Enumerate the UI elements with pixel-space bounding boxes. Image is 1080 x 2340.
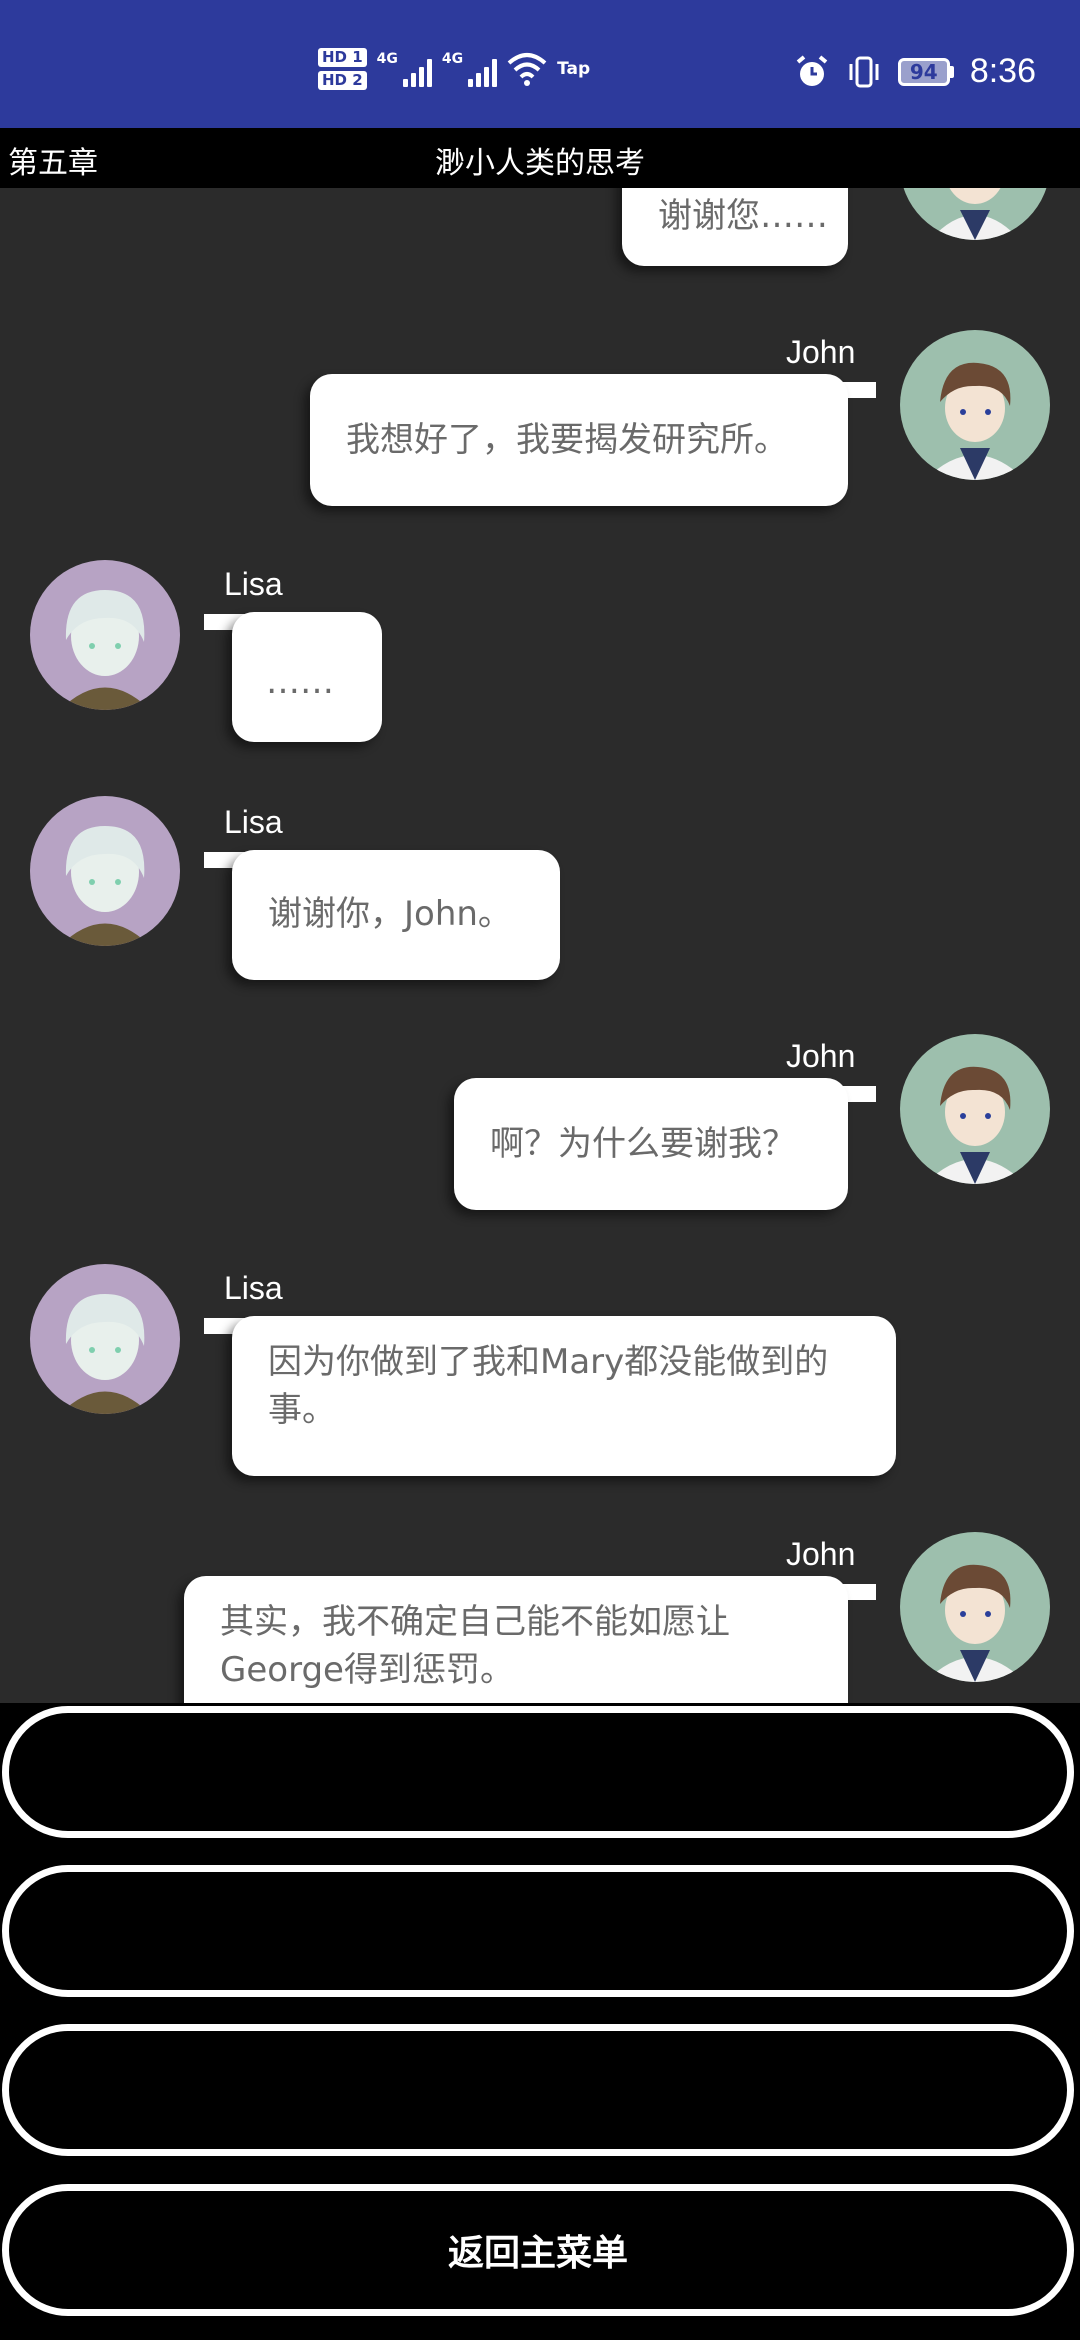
message-text: 因为你做到了我和Mary都没能做到的事。: [268, 1342, 829, 1430]
status-left: HD 1 HD 2 4G 4G Tap: [318, 48, 590, 90]
choice-button-1[interactable]: [2, 1706, 1074, 1838]
message-bubble: 其实，我不确定自己能不能如愿让George得到惩罚。: [184, 1576, 848, 1703]
status-right: 94 8:36: [794, 52, 1036, 91]
sender-name: John: [786, 1536, 856, 1572]
message-text: 啊？为什么要谢我？: [490, 1124, 796, 1164]
signal-1-icon: 4G: [377, 51, 432, 87]
battery-icon: 94: [897, 57, 954, 86]
chapter-label: 第五章: [8, 146, 98, 181]
choice-panel: 返回主菜单: [0, 1703, 1080, 2340]
message-bubble: ……: [232, 612, 382, 742]
network-type-2: 4G: [441, 51, 464, 67]
choice-button-2[interactable]: [2, 1865, 1074, 1997]
sender-name: John: [786, 1038, 856, 1074]
hd-indicators: HD 1 HD 2: [318, 48, 367, 90]
john-avatar: [900, 1034, 1050, 1184]
alarm-icon: [796, 54, 828, 86]
message-text: ……: [266, 662, 334, 702]
message-bubble: 因为你做到了我和Mary都没能做到的事。: [232, 1316, 896, 1476]
wifi-icon: [507, 53, 547, 86]
lisa-avatar: [30, 1264, 180, 1414]
john-avatar: [900, 330, 1050, 480]
chapter-title: 渺小人类的思考: [435, 146, 645, 181]
lisa-avatar: [30, 560, 180, 710]
tap-indicator: Tap: [557, 59, 591, 79]
title-bar: 渺小人类的思考 第五章: [0, 128, 1080, 188]
message-text: 谢谢你，John。: [268, 894, 512, 934]
message-bubble: 我想好了，我要揭发研究所。: [310, 374, 848, 506]
sender-name: Lisa: [224, 566, 283, 602]
lisa-avatar: [30, 796, 180, 946]
battery-level: 94: [897, 57, 950, 86]
message-bubble: 谢谢您……: [622, 188, 848, 266]
message-bubble: 啊？为什么要谢我？: [454, 1078, 848, 1210]
signal-2-icon: 4G: [441, 51, 498, 87]
sender-name: Lisa: [224, 1270, 283, 1306]
john-avatar: [900, 188, 1050, 240]
message-bubble: 谢谢你，John。: [232, 850, 560, 980]
status-bar: HD 1 HD 2 4G 4G Tap 94 8:36: [0, 0, 1080, 128]
message-text: 我想好了，我要揭发研究所。: [346, 420, 788, 460]
hd1-indicator: HD 1: [318, 48, 367, 67]
sender-name: John: [786, 334, 856, 370]
vibrate-icon: [849, 56, 879, 87]
john-avatar: [900, 1532, 1050, 1682]
message-text: 其实，我不确定自己能不能如愿让George得到惩罚。: [220, 1602, 730, 1690]
message-text: 谢谢您……: [658, 196, 828, 236]
network-type-1: 4G: [376, 51, 398, 67]
clock: 8:36: [969, 52, 1036, 90]
main-menu-button[interactable]: 返回主菜单: [2, 2184, 1074, 2316]
choice-button-3[interactable]: [2, 2024, 1074, 2156]
sender-name: Lisa: [224, 804, 283, 840]
hd2-indicator: HD 2: [318, 71, 367, 90]
chat-area[interactable]: 谢谢您…… John 我想好了，我要揭发研究所。 Lisa …… Lisa 谢谢…: [0, 188, 1080, 1703]
